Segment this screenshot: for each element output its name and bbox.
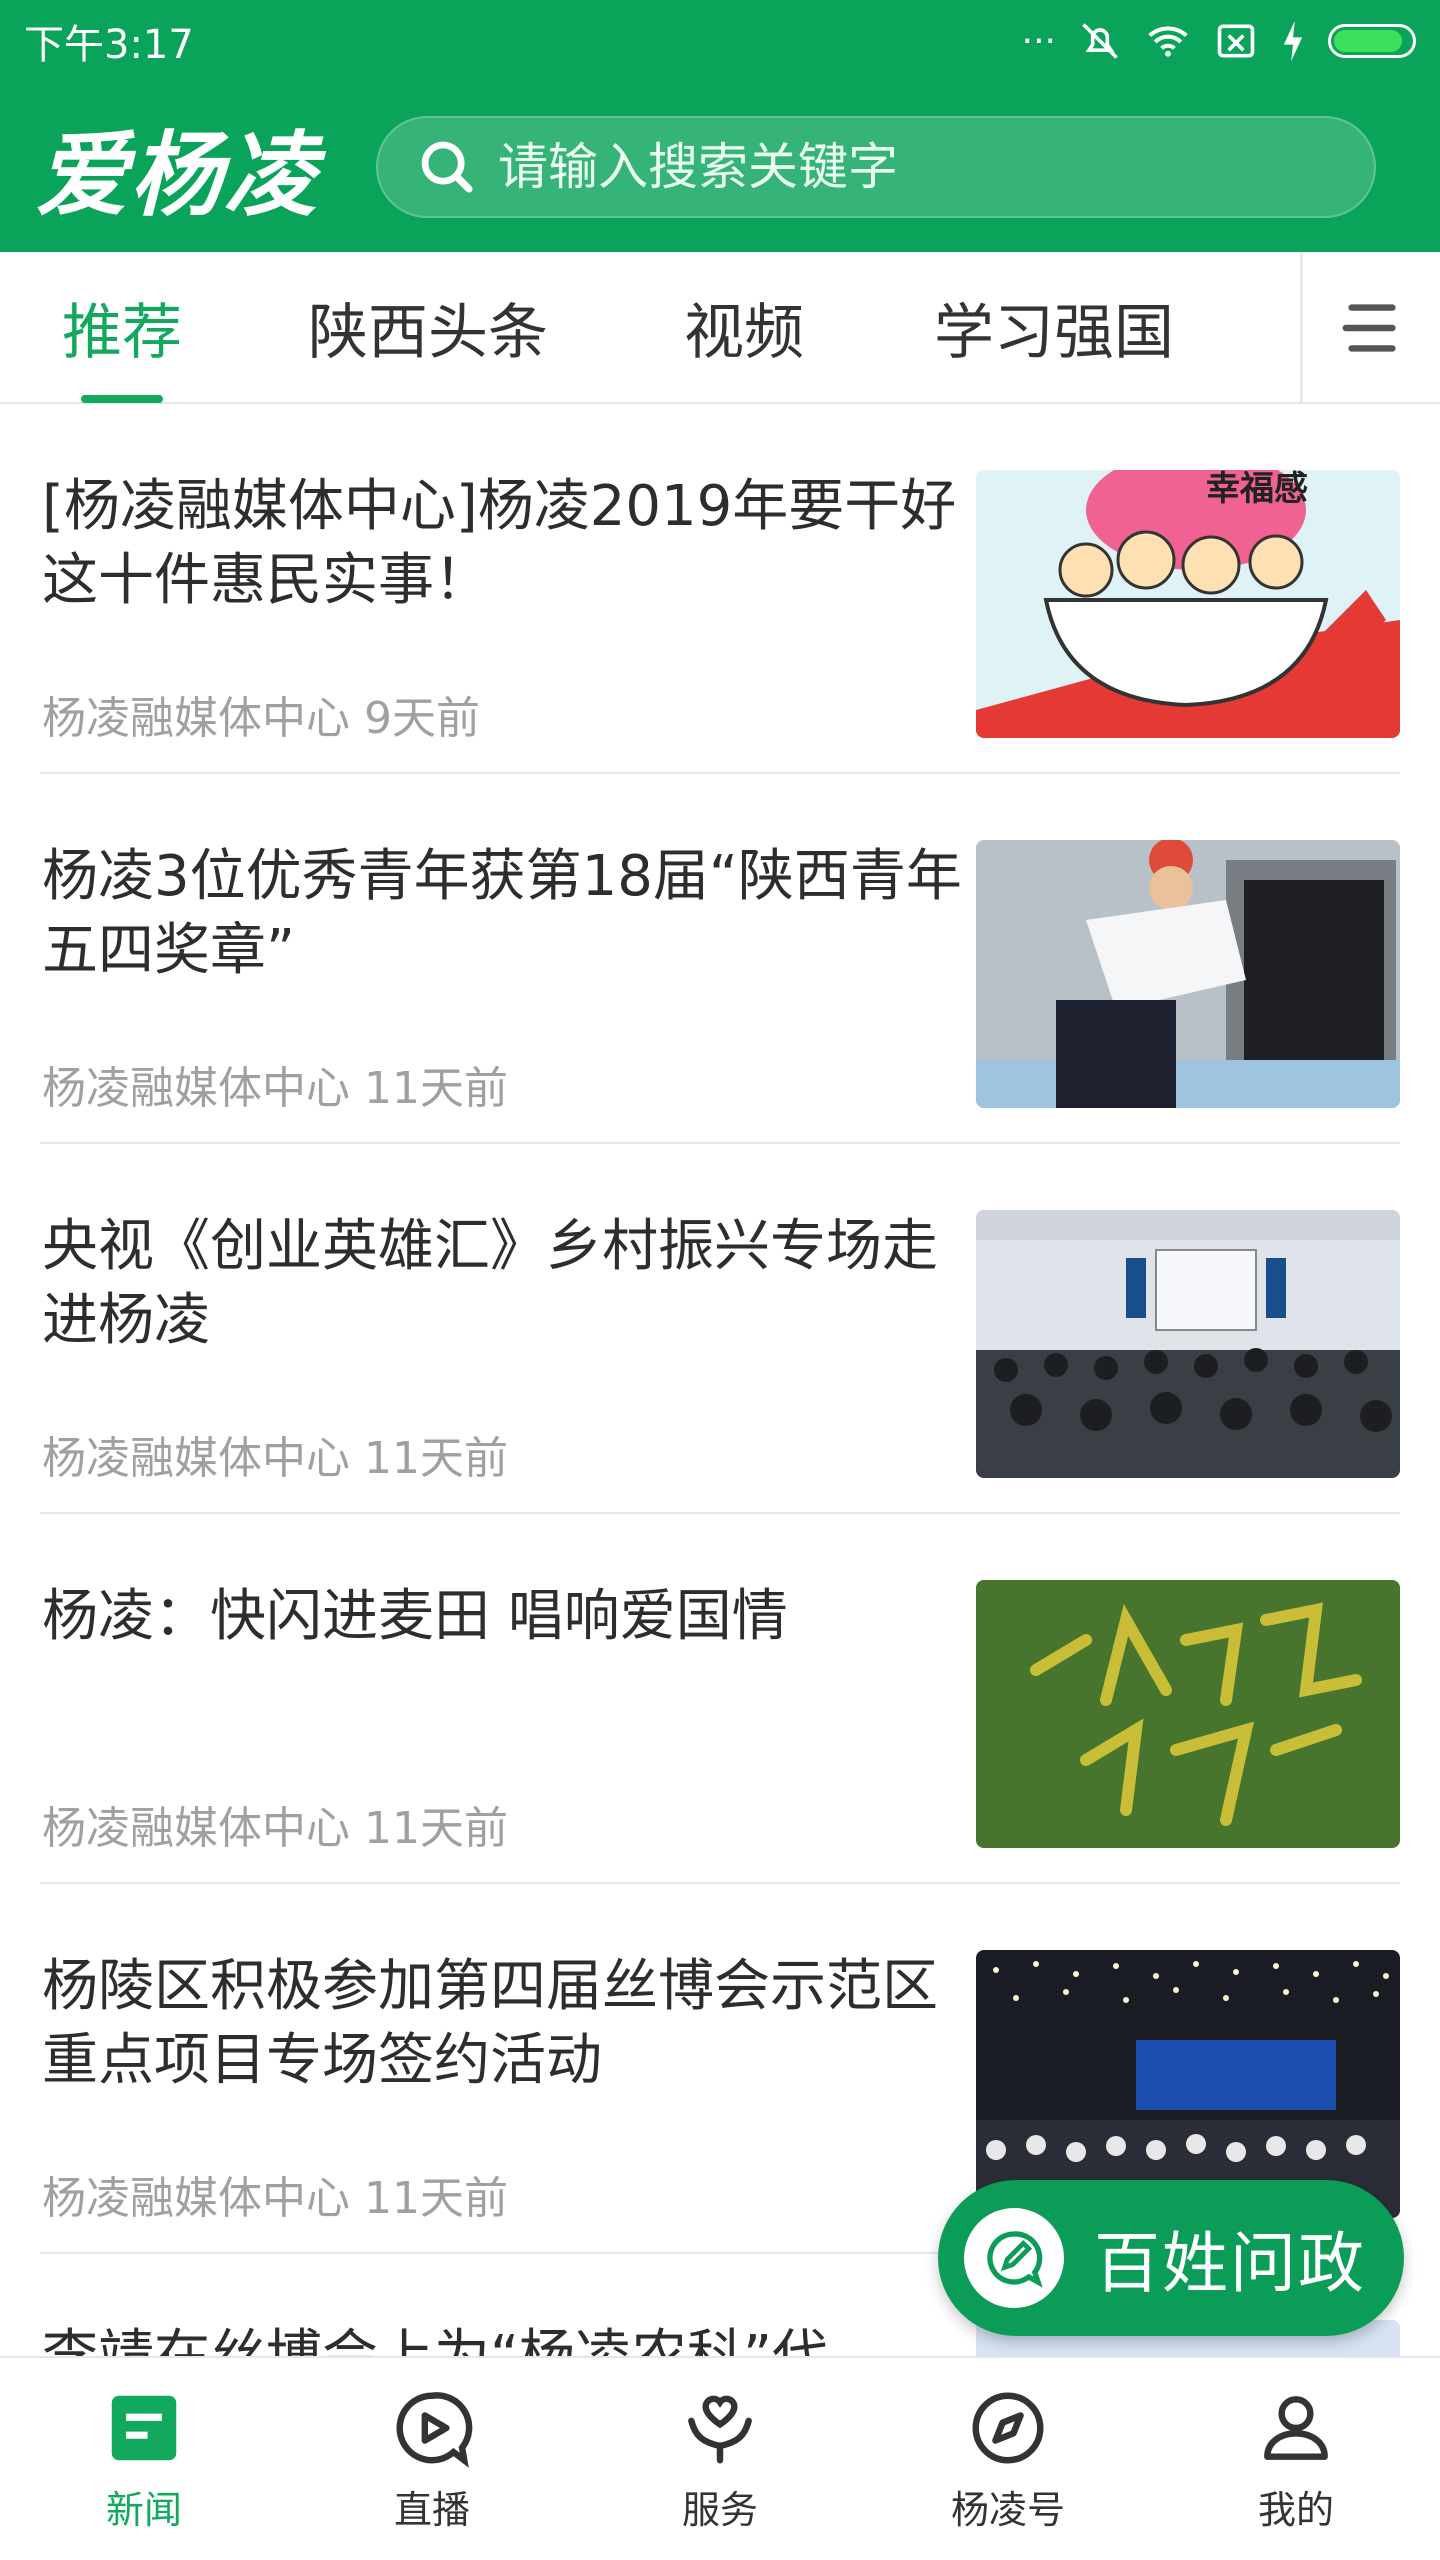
nav-label: 我的 (1257, 2487, 1334, 2532)
tab-label: 推荐 (62, 297, 182, 368)
news-source: 杨凌融媒体中心 (42, 1803, 350, 1854)
fab-icon-wrap (964, 2208, 1064, 2308)
search-icon (421, 141, 473, 193)
mute-icon (1082, 23, 1118, 59)
news-time: 9天前 (364, 693, 480, 744)
status-icons: ··· (1022, 19, 1416, 63)
nav-label: 杨凌号 (950, 2487, 1065, 2532)
news-source: 杨凌融媒体中心 (42, 2173, 350, 2224)
tab-recommend[interactable]: 推荐 (62, 251, 182, 403)
news-thumbnail (976, 1580, 1400, 1848)
news-title: [杨凌融媒体中心]杨凌2019年要干好这十件惠民实事！ (42, 474, 957, 613)
nav-label: 直播 (393, 2487, 470, 2532)
news-title: 杨凌：快闪进麦田 唱响爱国情 (42, 1584, 788, 1649)
nav-yangling-account[interactable]: 杨凌号 (864, 2358, 1152, 2560)
no-sim-icon (1217, 24, 1255, 58)
tab-active-indicator (81, 395, 163, 403)
news-thumbnail (976, 1210, 1400, 1478)
news-time: 11天前 (364, 1803, 508, 1854)
news-thumbnail: 幸福感 (976, 470, 1400, 738)
nav-profile[interactable]: 我的 (1152, 2358, 1440, 2560)
edit-chat-icon (987, 2231, 1043, 2288)
nav-live[interactable]: 直播 (288, 2358, 576, 2560)
news-thumbnail (976, 840, 1400, 1108)
news-meta: 杨凌融媒体中心 11天前 (42, 1052, 508, 1116)
tab-label: 陕西头条 (308, 297, 548, 368)
status-time: 下午3:17 (24, 22, 194, 68)
nav-label: 服务 (681, 2487, 758, 2532)
news-time: 11天前 (364, 1433, 508, 1484)
news-meta: 杨凌融媒体中心 9天前 (42, 682, 480, 746)
news-title: 李靖在丝博会上为“杨凌农科”代 (42, 2320, 962, 2356)
menu-icon (1342, 304, 1396, 352)
news-thumbnail (976, 1950, 1400, 2218)
search-input[interactable] (498, 138, 1358, 196)
tab-label: 视频 (684, 297, 804, 368)
more-dots-icon: ··· (1021, 20, 1056, 62)
tab-xuexi-qiangguo[interactable]: 学习强国 (934, 251, 1174, 403)
fab-label: 百姓问政 (1094, 2225, 1366, 2302)
news-meta: 杨凌融媒体中心 11天前 (42, 1422, 508, 1486)
battery-icon (1328, 24, 1416, 58)
wifi-icon (1148, 26, 1188, 57)
news-time: 11天前 (364, 2173, 508, 2224)
nav-news[interactable]: 新闻 (0, 2358, 288, 2560)
news-feed: [杨凌融媒体中心]杨凌2019年要干好这十件惠民实事！ 杨凌融媒体中心 9天前 … (0, 404, 1440, 2356)
news-title: 央视《创业英雄汇》乡村振兴专场走进杨凌 (42, 1214, 938, 1353)
news-icon (111, 2395, 177, 2460)
news-time: 11天前 (364, 1063, 508, 1114)
channel-tabs: 推荐 陕西头条 视频 学习强国 (0, 252, 1440, 404)
play-circle-icon (396, 2391, 473, 2468)
charging-icon (1283, 20, 1303, 62)
search-bar[interactable] (376, 116, 1376, 218)
user-icon (1264, 2395, 1328, 2460)
news-source: 杨凌融媒体中心 (42, 1433, 350, 1484)
app-header: 爱杨凌 (0, 82, 1440, 252)
news-source: 杨凌融媒体中心 (42, 1063, 350, 1114)
tab-video[interactable]: 视频 (684, 251, 804, 403)
tab-label: 学习强国 (934, 297, 1174, 368)
news-item[interactable]: 杨凌：快闪进麦田 唱响爱国情 杨凌融媒体中心 11天前 (40, 1514, 1400, 1884)
news-title: 杨凌3位优秀青年获第18届“陕西青年五四奖章” (42, 844, 962, 983)
battery-level (1334, 30, 1403, 52)
compass-icon (972, 2392, 1044, 2463)
bottom-navigation: 新闻 直播 服务 杨凌号 我的 (0, 2356, 1440, 2560)
news-title: 杨陵区积极参加第四届丝博会示范区重点项目专场签约活动 (42, 1954, 938, 2093)
thumb-caption: 幸福感 (1206, 470, 1308, 509)
news-item[interactable]: 杨凌3位优秀青年获第18届“陕西青年五四奖章” 杨凌融媒体中心 11天前 (40, 774, 1400, 1144)
heart-hand-icon (688, 2395, 752, 2463)
nav-services[interactable]: 服务 (576, 2358, 864, 2560)
app-logo: 爱杨凌 (36, 120, 319, 229)
news-meta: 杨凌融媒体中心 11天前 (42, 2162, 508, 2226)
tab-shaanxi-headlines[interactable]: 陕西头条 (308, 251, 548, 403)
channel-menu-button[interactable] (1300, 252, 1440, 404)
news-meta: 杨凌融媒体中心 11天前 (42, 1792, 508, 1856)
news-item[interactable]: 央视《创业英雄汇》乡村振兴专场走进杨凌 杨凌融媒体中心 11天前 (40, 1144, 1400, 1514)
public-inquiry-button[interactable]: 百姓问政 (938, 2180, 1404, 2336)
status-bar: 下午3:17 ··· (0, 0, 1440, 82)
news-item[interactable]: [杨凌融媒体中心]杨凌2019年要干好这十件惠民实事！ 杨凌融媒体中心 9天前 … (40, 404, 1400, 774)
nav-label: 新闻 (105, 2487, 182, 2532)
news-source: 杨凌融媒体中心 (42, 693, 350, 744)
